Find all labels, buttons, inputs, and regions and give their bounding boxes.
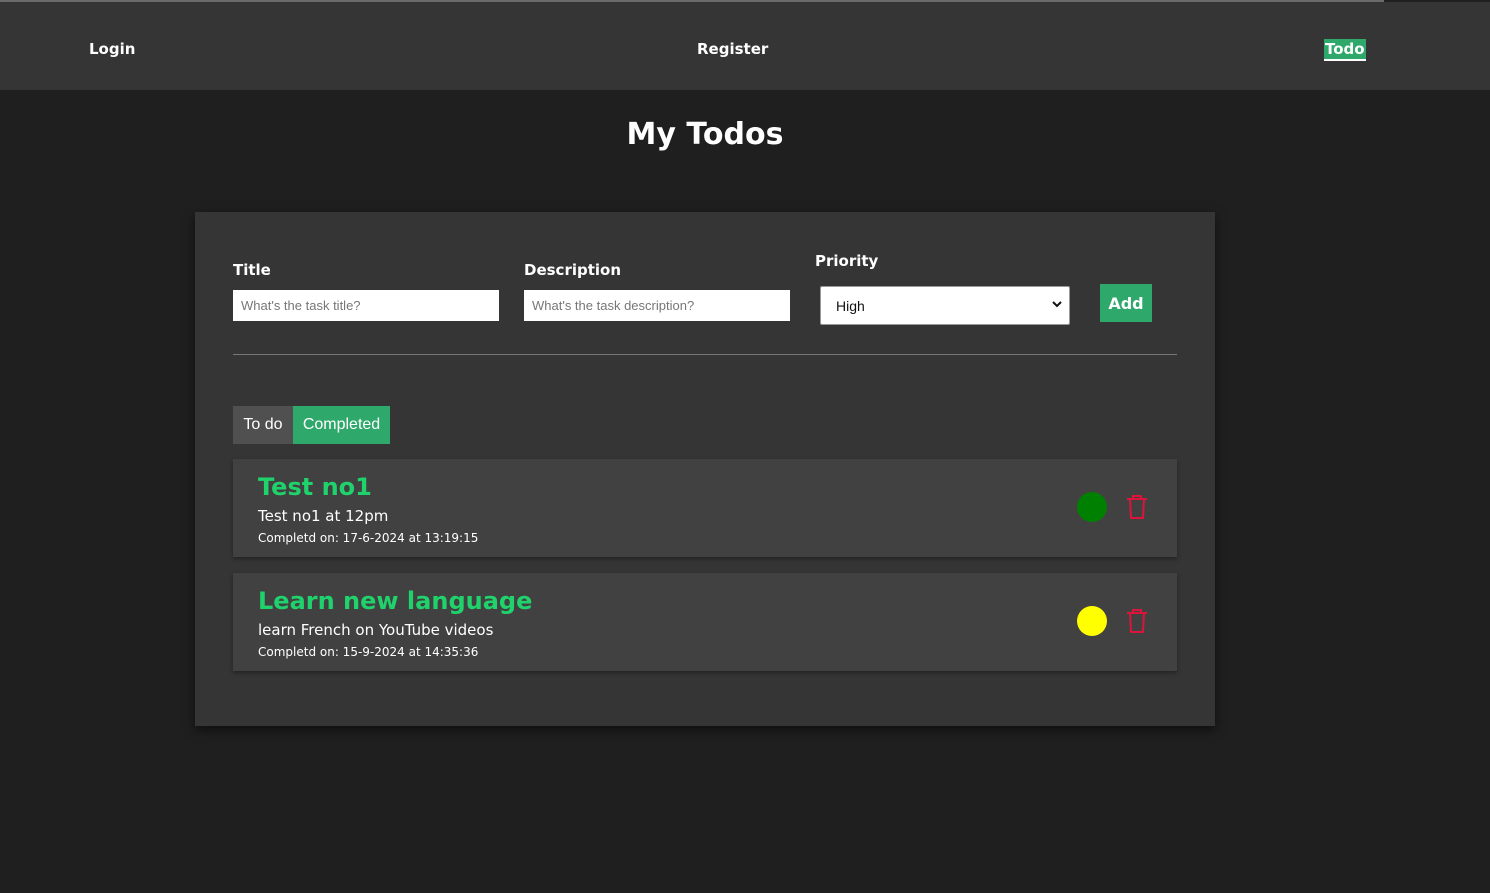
priority-select-value: High (836, 298, 865, 314)
nav-todo-link[interactable]: Todo (1324, 39, 1366, 61)
todo-item: Test no1 Test no1 at 12pm Completd on: 1… (233, 459, 1177, 557)
priority-indicator (1077, 492, 1107, 522)
nav-login-link[interactable]: Login (89, 39, 135, 59)
todo-item: Learn new language learn French on YouTu… (233, 573, 1177, 671)
todo-completed-date: Completd on: 15-9-2024 at 14:35:36 (258, 645, 479, 659)
todo-title: Test no1 (258, 473, 372, 501)
priority-label: Priority (815, 252, 879, 270)
description-input[interactable] (524, 290, 790, 321)
nav-register-link[interactable]: Register (697, 39, 768, 59)
todo-description: Test no1 at 12pm (258, 507, 389, 525)
todo-card: Title Description Priority High Add To d… (195, 212, 1215, 726)
priority-indicator (1077, 606, 1107, 636)
divider (233, 354, 1177, 355)
page-title: My Todos (626, 117, 784, 152)
priority-select[interactable]: High (820, 286, 1070, 325)
tab-todo[interactable]: To do (233, 406, 293, 444)
navbar: Login Register Todo (0, 2, 1490, 90)
description-label: Description (524, 261, 622, 279)
add-button[interactable]: Add (1100, 284, 1152, 322)
trash-icon[interactable] (1125, 608, 1149, 634)
title-label: Title (233, 261, 271, 279)
todo-description: learn French on YouTube videos (258, 621, 494, 639)
todo-title: Learn new language (258, 587, 533, 615)
tab-completed[interactable]: Completed (293, 406, 390, 444)
chevron-down-icon (1052, 296, 1062, 315)
title-input[interactable] (233, 290, 499, 321)
todo-completed-date: Completd on: 17-6-2024 at 13:19:15 (258, 531, 479, 545)
trash-icon[interactable] (1125, 494, 1149, 520)
